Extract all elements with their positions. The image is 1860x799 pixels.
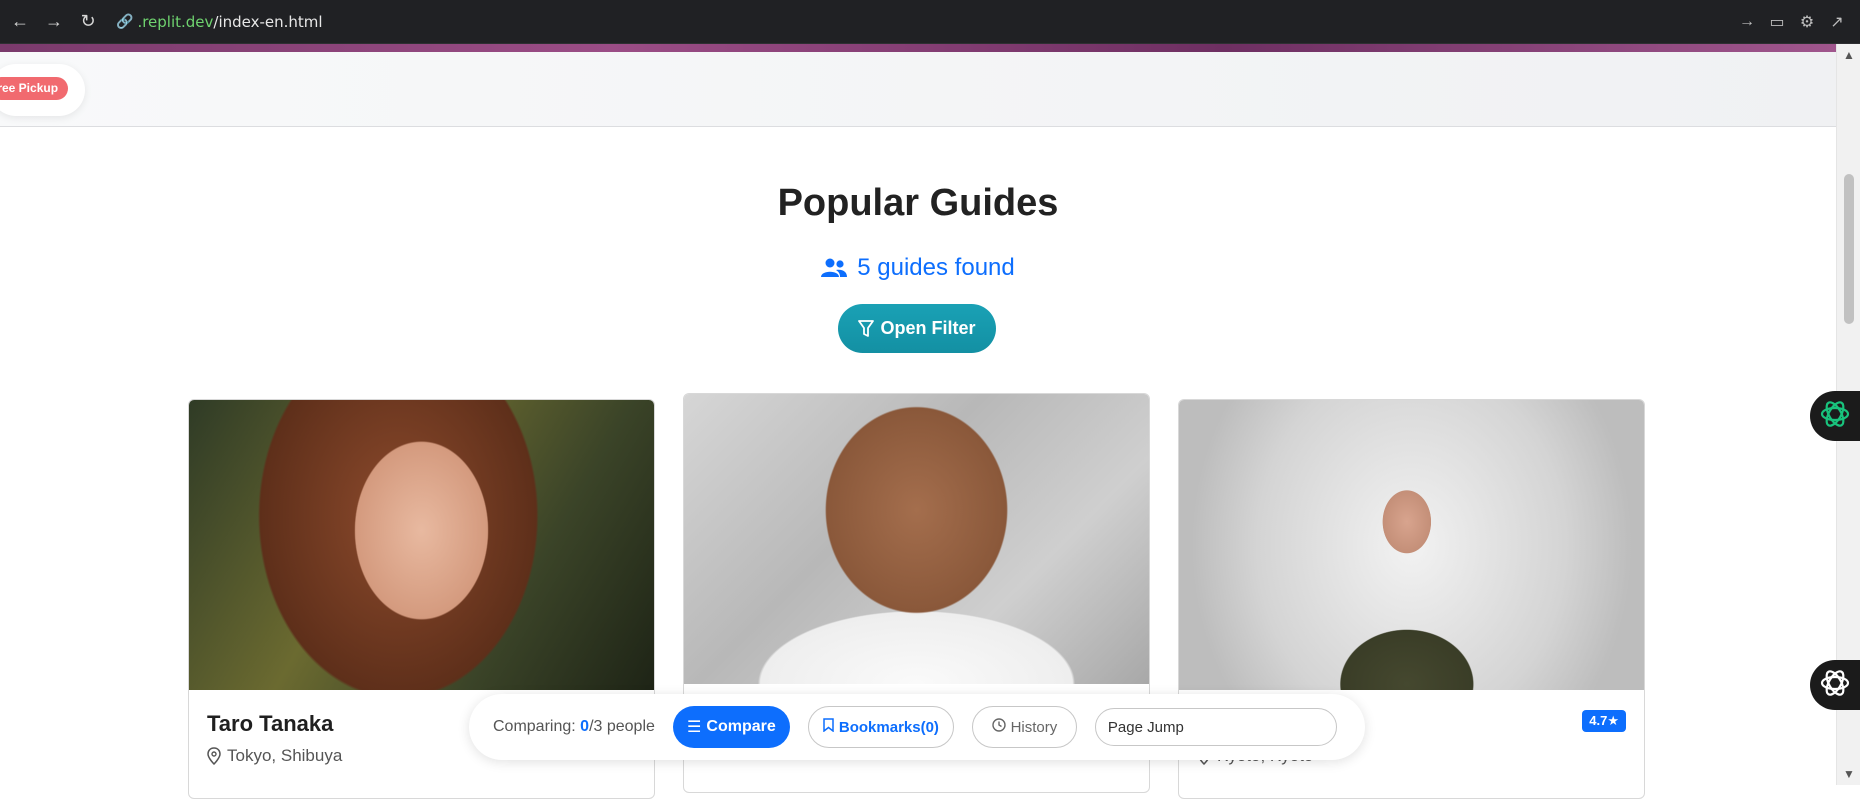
guides-found: 5 guides found: [0, 254, 1836, 282]
clock-icon: [991, 718, 1006, 736]
list-icon: ☰: [687, 719, 702, 736]
comparing-count: 0: [580, 718, 590, 735]
comparing-label: Comparing:: [493, 718, 576, 735]
users-icon: [821, 258, 848, 278]
ai-logo-icon: [1818, 397, 1852, 436]
ai-assistant-widget-secondary[interactable]: [1810, 660, 1860, 710]
guide-photo: [1179, 400, 1644, 690]
wrench-icon[interactable]: ⚙: [1792, 12, 1822, 32]
back-icon[interactable]: ←: [6, 8, 34, 36]
monitor-icon[interactable]: ▭: [1762, 12, 1792, 32]
arrow-right-icon[interactable]: →: [1732, 13, 1762, 31]
link-icon: 🔗: [116, 13, 134, 30]
browser-toolbar: ← → ↻ 🔗 .replit.dev /index-en.html → ▭ ⚙…: [0, 0, 1860, 44]
reload-icon[interactable]: ↻: [74, 8, 102, 36]
ai-assistant-widget[interactable]: [1810, 391, 1860, 441]
pickup-badge: Free Pickup: [0, 77, 68, 100]
compare-bar: Comparing: 0/3 people ☰ Compare Bookmark…: [469, 694, 1365, 760]
open-filter-button[interactable]: Open Filter: [838, 304, 996, 353]
guide-location-text: Tokyo, Shibuya: [227, 746, 343, 765]
guide-photo: [684, 394, 1149, 684]
guide-location: Tokyo, Shibuya: [207, 746, 342, 766]
address-bar[interactable]: 🔗 .replit.dev /index-en.html: [116, 13, 323, 31]
page-jump-placeholder: Page Jump: [1107, 718, 1184, 736]
ai-logo-icon: [1818, 666, 1852, 705]
scroll-up-icon[interactable]: ▲: [1843, 48, 1855, 62]
open-filter-label: Open Filter: [880, 318, 976, 338]
page-title: Popular Guides: [777, 182, 1059, 224]
url-path: /index-en.html: [213, 12, 323, 31]
compare-button[interactable]: ☰ Compare: [672, 706, 790, 748]
history-label: History: [1010, 718, 1058, 736]
comparing-suffix: /3 people: [589, 718, 655, 735]
bookmarks-label: Bookmarks(0): [838, 718, 939, 736]
bookmarks-button[interactable]: Bookmarks(0): [807, 706, 954, 748]
url-domain: .replit.dev: [137, 12, 214, 31]
guides-found-text: 5 guides found: [857, 254, 1015, 281]
scroll-thumb[interactable]: [1844, 174, 1854, 324]
hero-image-edge: [0, 44, 1836, 52]
rating-badge: 4.7★: [1582, 710, 1626, 732]
page-jump-input[interactable]: Page Jump: [1094, 708, 1337, 746]
browser-actions: → ▭ ⚙ ↗: [1732, 0, 1852, 44]
top-section: Free Pickup: [0, 52, 1836, 127]
scroll-down-icon[interactable]: ▼: [1843, 767, 1855, 781]
funnel-icon: [858, 319, 875, 338]
location-pin-icon: [207, 747, 221, 765]
comparing-status: Comparing: 0/3 people: [493, 718, 655, 736]
compare-label: Compare: [706, 718, 776, 735]
external-link-icon[interactable]: ↗: [1822, 12, 1852, 32]
guide-name: Taro Tanaka: [207, 711, 334, 736]
forward-icon[interactable]: →: [40, 8, 68, 36]
guide-photo: [189, 400, 654, 690]
bookmark-icon: [823, 718, 834, 736]
history-button[interactable]: History: [971, 706, 1077, 748]
pickup-pill: Free Pickup: [0, 64, 85, 116]
